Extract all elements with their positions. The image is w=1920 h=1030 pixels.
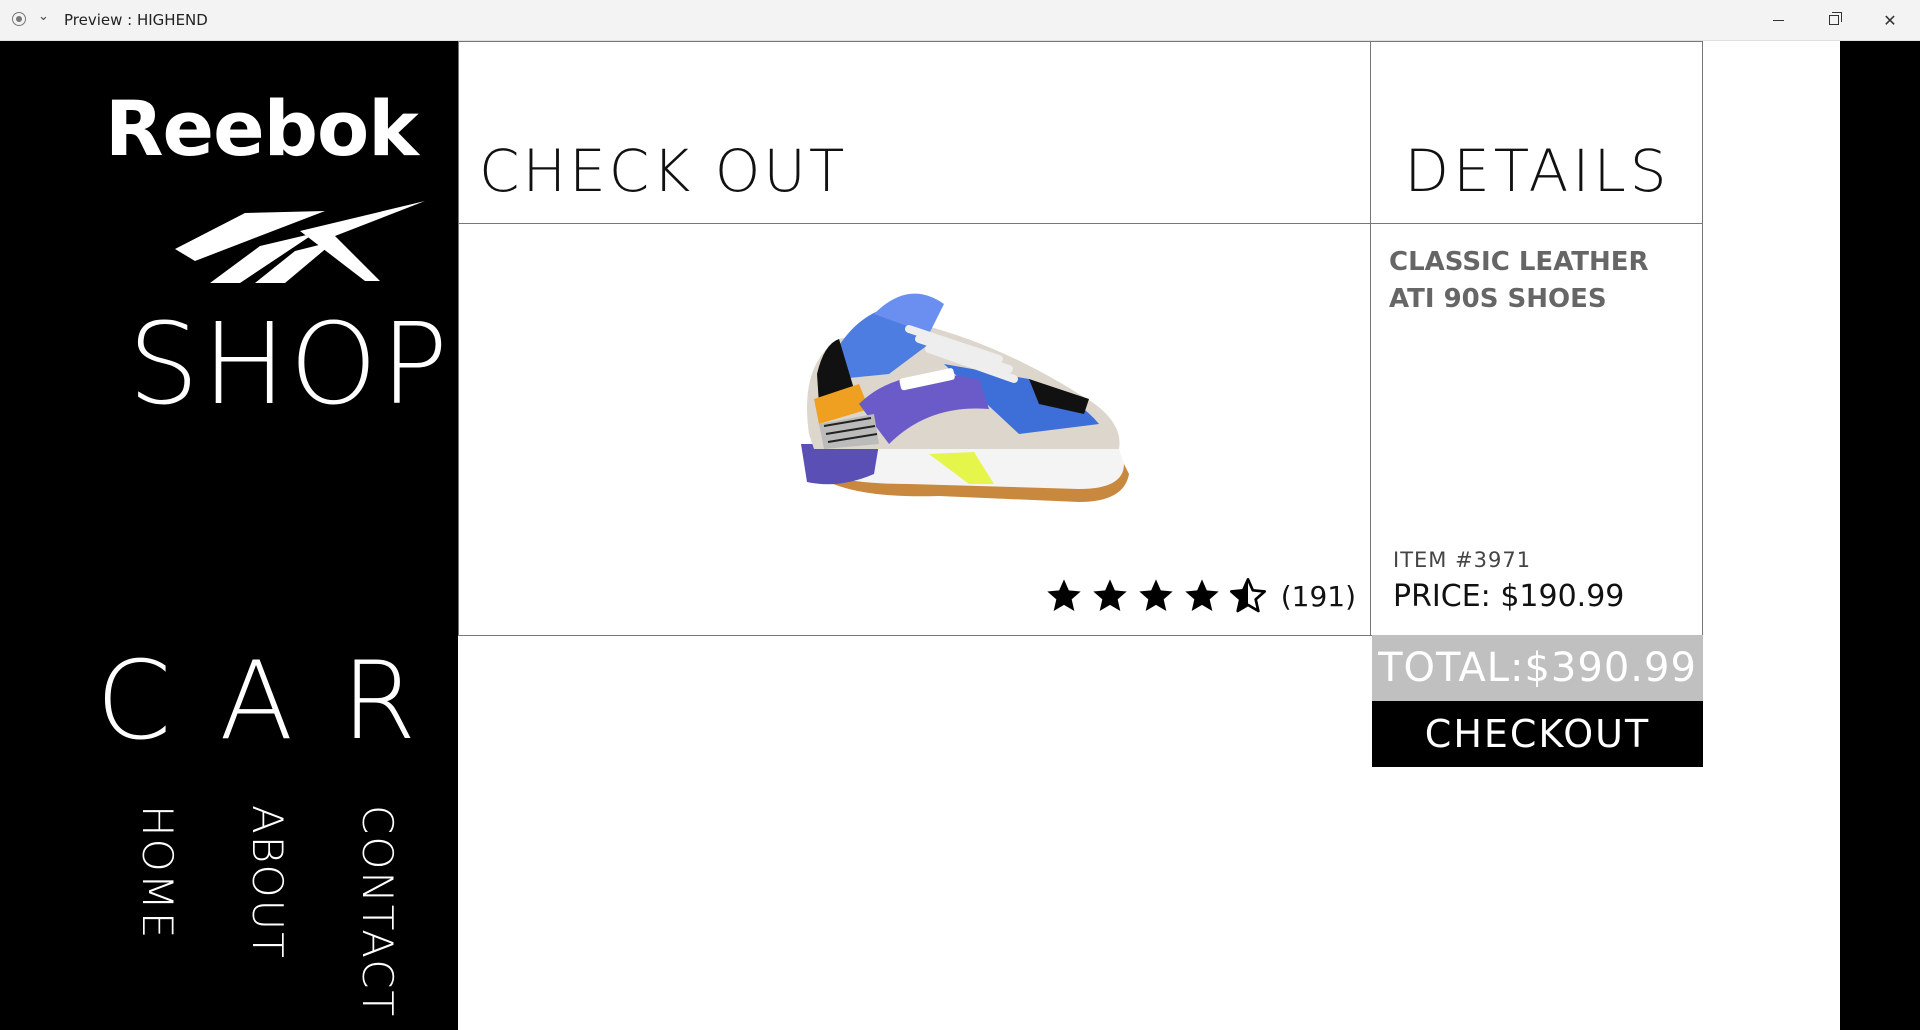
review-count: (191) xyxy=(1280,579,1356,613)
logo-wordmark: Reebok xyxy=(105,84,419,173)
checkout-button[interactable]: CHECKOUT xyxy=(1372,701,1703,767)
window-titlebar: ⌄ Preview : HIGHEND ✕ xyxy=(0,0,1920,41)
star-filled-icon xyxy=(1047,579,1081,611)
nav-contact[interactable]: CONTACT xyxy=(353,805,402,1018)
product-panel: (191) xyxy=(458,223,1371,636)
product-image[interactable] xyxy=(779,284,1139,514)
close-button[interactable]: ✕ xyxy=(1862,0,1918,40)
page-title: CHECK OUT xyxy=(479,137,848,205)
reebok-logo[interactable]: Reebok xyxy=(105,91,430,291)
details-title: DETAILS xyxy=(1404,137,1671,205)
main-content: CHECK OUT DETAILS (191) CLASSIC LEATHER … xyxy=(458,41,1840,1030)
item-number: ITEM #3971 xyxy=(1393,548,1532,572)
close-icon: ✕ xyxy=(1883,10,1897,30)
restore-icon xyxy=(1829,12,1842,25)
shop-link[interactable]: SHOP xyxy=(128,309,451,421)
restore-button[interactable] xyxy=(1806,0,1862,40)
right-margin xyxy=(1840,41,1920,1030)
details-header: DETAILS xyxy=(1370,41,1703,224)
nav-home[interactable]: HOME xyxy=(133,805,182,940)
star-half-icon xyxy=(1229,578,1266,613)
checkout-header: CHECK OUT xyxy=(458,41,1371,224)
rating-stars: (191) xyxy=(1043,576,1356,616)
window-title: Preview : HIGHEND xyxy=(64,11,208,29)
product-price: PRICE: $190.99 xyxy=(1393,579,1625,614)
minimize-icon xyxy=(1772,19,1784,21)
details-panel: CLASSIC LEATHER ATI 90S SHOES ITEM #3971… xyxy=(1370,223,1703,636)
product-name: CLASSIC LEATHER ATI 90S SHOES xyxy=(1389,247,1649,314)
nav-about[interactable]: ABOUT xyxy=(243,805,292,960)
star-filled-icon xyxy=(1139,579,1173,611)
app-icon xyxy=(12,12,26,26)
star-filled-icon xyxy=(1093,579,1127,611)
chevron-down-icon[interactable]: ⌄ xyxy=(38,9,49,24)
order-total: TOTAL:$390.99 xyxy=(1372,635,1703,701)
minimize-button[interactable] xyxy=(1750,0,1806,40)
reebok-vector-icon xyxy=(175,201,425,283)
star-filled-icon xyxy=(1185,579,1219,611)
